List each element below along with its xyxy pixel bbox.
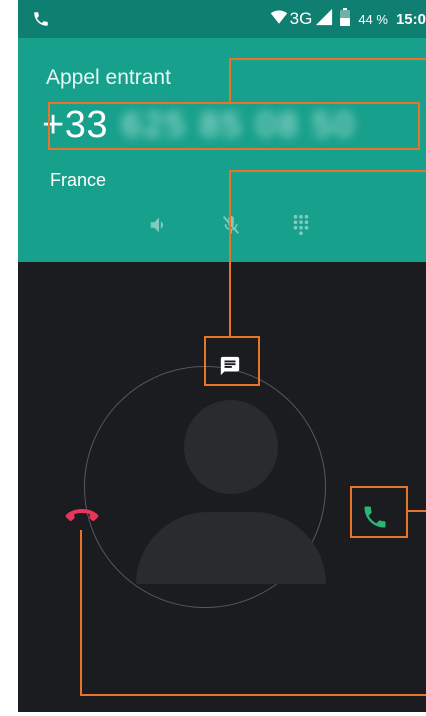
mute-icon[interactable] <box>218 212 244 238</box>
callout-box-number <box>48 102 420 150</box>
callout-line <box>229 58 231 104</box>
callout-line <box>80 694 426 696</box>
battery-level: 44 % <box>358 11 388 27</box>
clock: 15:0 <box>395 10 426 28</box>
avatar <box>136 388 326 584</box>
callout-line <box>80 530 82 696</box>
status-bar: 3G 44 % 15:0 <box>18 0 426 38</box>
signal-icon <box>315 8 333 31</box>
callout-line <box>406 510 426 512</box>
caller-location: France <box>50 170 107 190</box>
dialpad-icon[interactable] <box>288 212 314 238</box>
decline-phone-icon <box>65 509 99 521</box>
callout-box-answer <box>350 486 408 538</box>
decline-button[interactable] <box>62 502 102 532</box>
call-indicator-icon <box>32 10 50 33</box>
battery-icon <box>340 7 351 31</box>
call-state-label: Appel entrant <box>46 66 171 89</box>
network-type: 3G <box>289 9 313 28</box>
call-header: Appel entrant +33 625 85 08 50 France <box>18 38 426 262</box>
callout-line <box>229 170 426 172</box>
callout-box-message <box>204 336 260 386</box>
avatar-head <box>184 400 278 494</box>
avatar-body <box>136 512 326 584</box>
wifi-icon <box>270 9 288 30</box>
call-controls <box>146 212 316 238</box>
callout-line <box>229 58 426 60</box>
callout-line <box>229 170 231 338</box>
speaker-icon[interactable] <box>146 212 172 238</box>
